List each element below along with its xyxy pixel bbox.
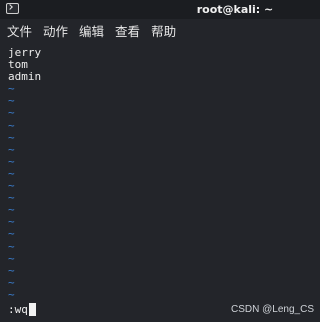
buffer-line: jerry [8, 46, 42, 59]
empty-line-tilde: ~ [8, 203, 15, 217]
empty-line-tilde: ~ [8, 106, 15, 120]
buffer-line: tom [8, 58, 28, 72]
empty-line-tilde: ~ [8, 142, 15, 156]
empty-line-tilde: ~ [8, 166, 15, 180]
empty-line-tilde: ~ [8, 94, 15, 108]
terminal-icon[interactable] [6, 3, 19, 14]
empty-line-tilde: ~ [8, 215, 15, 229]
empty-line-tilde: ~ [8, 275, 15, 289]
empty-line-tilde: ~ [8, 82, 15, 96]
empty-line-tilde: ~ [8, 130, 15, 144]
terminal-window: root@kali: ~ 文件 动作 编辑 查看 帮助 jerry tom ad… [0, 0, 320, 322]
text-cursor [28, 303, 36, 316]
empty-line-tilde: ~ [8, 251, 15, 265]
title-bar: root@kali: ~ [0, 0, 320, 19]
empty-line-tilde: ~ [8, 287, 15, 301]
menu-edit[interactable]: 编辑 [79, 19, 104, 44]
empty-line-tilde: ~ [8, 263, 15, 277]
menu-file[interactable]: 文件 [7, 19, 32, 44]
empty-line-tilde: ~ [8, 239, 15, 253]
empty-line-tilde: ~ [8, 227, 15, 241]
menu-view[interactable]: 查看 [115, 19, 140, 44]
empty-line-tilde: ~ [8, 179, 15, 193]
vim-editor-buffer[interactable]: jerry tom admin ~ ~ ~ ~ ~ ~ ~ ~ ~ ~ ~ ~ ~ ~ ~ ~ ~ ~ [8, 46, 312, 303]
vim-command-line[interactable]: :wq [8, 303, 36, 316]
menu-bar: 文件 动作 编辑 查看 帮助 [0, 19, 320, 44]
empty-line-tilde: ~ [8, 191, 15, 205]
command-text: :wq [8, 303, 28, 316]
menu-action[interactable]: 动作 [43, 19, 68, 44]
watermark: CSDN @Leng_CS [231, 304, 314, 315]
menu-help[interactable]: 帮助 [151, 19, 176, 44]
empty-line-tilde: ~ [8, 118, 15, 132]
empty-line-tilde: ~ [8, 154, 15, 168]
window-title: root@kali: ~ [196, 3, 274, 16]
buffer-line: admin [8, 70, 42, 84]
